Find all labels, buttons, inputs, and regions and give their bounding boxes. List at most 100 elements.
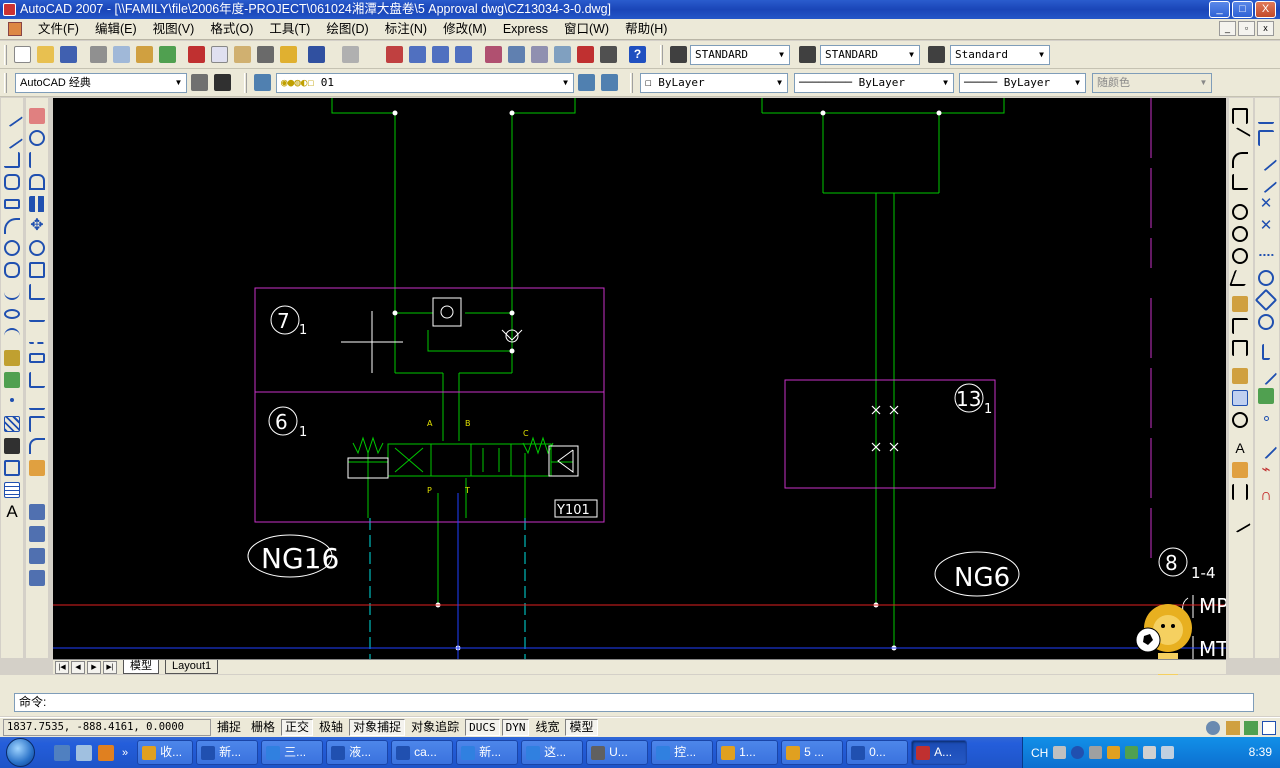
menu-draw[interactable]: 绘图(D)	[318, 19, 376, 40]
revision-cloud-icon[interactable]	[4, 262, 20, 278]
tray-app-icon[interactable]	[1107, 746, 1121, 759]
tab-model[interactable]: 模型	[123, 660, 159, 674]
task-item[interactable]: 新...	[196, 740, 259, 765]
help-tray-icon[interactable]	[1071, 746, 1085, 759]
dim-style-icon[interactable]	[799, 46, 816, 63]
break-at-point-icon[interactable]	[29, 353, 45, 363]
multiline-text-icon[interactable]: A	[4, 503, 20, 520]
menu-format[interactable]: 格式(O)	[202, 19, 261, 40]
toolbar-grip[interactable]	[4, 45, 7, 65]
tool-palettes-icon[interactable]	[531, 46, 548, 63]
hatch-icon[interactable]	[4, 416, 20, 432]
region-icon[interactable]	[4, 460, 20, 476]
grid-toggle[interactable]: 栅格	[247, 719, 279, 736]
task-item-active[interactable]: A...	[911, 740, 968, 765]
snap-extension-icon[interactable]	[1258, 240, 1274, 256]
line-icon[interactable]	[0, 104, 24, 128]
radius-dimension-icon[interactable]	[1232, 204, 1248, 220]
toolbar-grip[interactable]	[244, 73, 247, 93]
linear-dimension-icon[interactable]	[1232, 108, 1248, 124]
ortho-toggle[interactable]: 正交	[281, 719, 314, 736]
ducs-toggle[interactable]: DUCS	[465, 719, 500, 736]
print-icon[interactable]	[90, 46, 107, 63]
task-item[interactable]: 收...	[137, 740, 194, 765]
clock[interactable]: 8:39	[1249, 745, 1272, 759]
draworder-below-icon[interactable]	[29, 570, 45, 586]
insert-block-icon[interactable]	[4, 350, 20, 366]
tolerance-icon[interactable]	[1232, 390, 1248, 406]
minimize-button[interactable]: _	[1209, 1, 1230, 18]
snap-quadrant-icon[interactable]	[1254, 288, 1278, 312]
snap-insert-icon[interactable]	[1258, 388, 1274, 404]
publish-icon[interactable]	[136, 46, 153, 63]
angular-dimension-icon[interactable]	[1229, 270, 1251, 286]
table-icon[interactable]	[4, 482, 20, 498]
snap-toggle[interactable]: 捕捉	[213, 719, 245, 736]
draworder-back-icon[interactable]	[29, 526, 45, 542]
spline-icon[interactable]	[4, 284, 20, 300]
autocad-app-icon[interactable]	[3, 3, 16, 16]
document-icon[interactable]	[8, 22, 22, 36]
fillet-icon[interactable]	[29, 438, 45, 454]
explode-icon[interactable]	[29, 460, 45, 476]
table-style-icon[interactable]	[928, 46, 945, 63]
task-item[interactable]: U...	[586, 740, 649, 765]
language-indicator[interactable]: CH	[1031, 746, 1048, 760]
help-icon[interactable]: ?	[629, 46, 646, 63]
menu-modify[interactable]: 修改(M)	[435, 19, 495, 40]
model-toggle[interactable]: 模型	[565, 719, 598, 736]
move-icon[interactable]: ✥	[29, 218, 45, 234]
dim-style-select[interactable]: STANDARD ▼	[820, 45, 920, 65]
layer-previous-icon[interactable]	[601, 74, 618, 91]
battery-icon[interactable]	[1143, 746, 1157, 759]
join-icon[interactable]	[29, 394, 45, 410]
ordinate-dimension-icon[interactable]	[1232, 174, 1248, 190]
maximize-button[interactable]: □	[1232, 1, 1253, 18]
task-item[interactable]: 三...	[261, 740, 324, 765]
communication-center-icon[interactable]	[1206, 720, 1220, 735]
gradient-icon[interactable]	[4, 438, 20, 454]
draworder-front-icon[interactable]	[29, 504, 45, 520]
linetype-select[interactable]: ──────── ByLayer ▼	[794, 73, 954, 93]
last-tab-button[interactable]: ▶|	[103, 660, 117, 674]
construction-line-icon[interactable]	[0, 126, 24, 150]
arc-icon[interactable]	[4, 218, 20, 234]
properties-icon[interactable]	[485, 46, 502, 63]
new-icon[interactable]	[14, 46, 31, 63]
center-mark-icon[interactable]	[1232, 412, 1248, 428]
menu-express[interactable]: Express	[495, 19, 556, 40]
show-desktop-icon[interactable]	[54, 744, 70, 761]
scale-icon[interactable]	[29, 262, 45, 278]
draworder-above-icon[interactable]	[29, 548, 45, 564]
task-item[interactable]: 新...	[456, 740, 519, 765]
snap-perpendicular-icon[interactable]	[1262, 344, 1270, 360]
workspace-select[interactable]: AutoCAD 经典 ▼	[15, 73, 187, 93]
design-center-icon[interactable]	[508, 46, 525, 63]
cut-icon[interactable]	[188, 46, 205, 63]
zoom-realtime-icon[interactable]	[409, 46, 426, 63]
lineweight-select[interactable]: ───── ByLayer ▼	[959, 73, 1086, 93]
zoom-window-icon[interactable]	[432, 46, 449, 63]
toolbar-grip[interactable]	[660, 45, 663, 65]
quick-dimension-icon[interactable]	[1232, 296, 1248, 312]
match-properties-icon[interactable]	[257, 46, 274, 63]
plot-preview-icon[interactable]	[113, 46, 130, 63]
make-block-icon[interactable]	[4, 372, 20, 388]
snap-none-icon[interactable]: ⌁	[1258, 462, 1274, 478]
dimension-edit-icon[interactable]: A	[1232, 440, 1248, 456]
menu-view[interactable]: 视图(V)	[145, 19, 203, 40]
task-item[interactable]: 0...	[846, 740, 909, 765]
polar-toggle[interactable]: 极轴	[315, 719, 347, 736]
pan-realtime-icon[interactable]	[386, 46, 403, 63]
chamfer-icon[interactable]	[29, 416, 45, 432]
jogged-dimension-icon[interactable]	[1232, 226, 1248, 242]
doc-close-button[interactable]: x	[1257, 21, 1274, 36]
save-icon[interactable]	[60, 46, 77, 63]
workspace-settings-icon[interactable]	[191, 74, 208, 91]
task-item[interactable]: 液...	[326, 740, 389, 765]
doc-restore-button[interactable]: ▫	[1238, 21, 1255, 36]
task-item[interactable]: 1...	[716, 740, 779, 765]
start-button[interactable]	[0, 737, 48, 768]
copy-icon[interactable]	[211, 46, 228, 63]
arc-length-icon[interactable]	[1232, 152, 1248, 168]
